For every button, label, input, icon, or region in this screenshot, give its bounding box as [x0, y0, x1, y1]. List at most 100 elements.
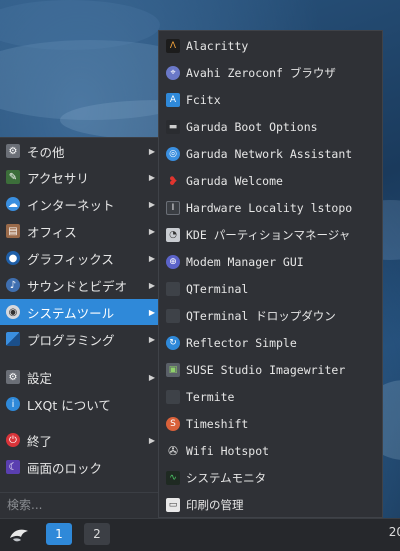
clock[interactable]: 20 [389, 525, 400, 539]
submenu-item-qterminal[interactable]: QTerminal [159, 275, 382, 302]
search-input[interactable]: 検索... [0, 492, 160, 516]
internet-icon: ☁ [6, 197, 20, 211]
submenu-item-system-monitor[interactable]: ∿ システムモニタ [159, 464, 382, 491]
submenu-item-label: Avahi Zeroconf ブラウザ [186, 65, 336, 80]
submenu-item-modem-manager[interactable]: ⊕ Modem Manager GUI [159, 248, 382, 275]
menu-item-office[interactable]: ▤ オフィス ▶ [0, 218, 160, 244]
menu-item-about[interactable]: i LXQt について [0, 391, 160, 417]
avahi-icon: ⌖ [166, 65, 180, 80]
garuda-logo-icon [10, 529, 28, 542]
chevron-right-icon: ▶ [148, 280, 155, 290]
menu-item-internet[interactable]: ☁ インターネット ▶ [0, 191, 160, 217]
submenu-item-garuda-boot[interactable]: ▬ Garuda Boot Options [159, 113, 382, 140]
chevron-right-icon: ▶ [148, 307, 155, 317]
chevron-right-icon: ▶ [148, 226, 155, 236]
submenu-item-label: Alacritty [186, 38, 249, 53]
menu-item-accessories[interactable]: ✎ アクセサリ ▶ [0, 164, 160, 190]
submenu-item-label: Fcitx [186, 92, 221, 107]
submenu-item-qterminal-dropdown[interactable]: QTerminal ドロップダウン [159, 302, 382, 329]
chevron-right-icon: ▶ [148, 253, 155, 263]
other-icon: ⚙ [6, 144, 20, 158]
submenu-item-label: Reflector Simple [186, 335, 297, 350]
termite-icon [166, 389, 180, 404]
menu-item-label: 画面のロック [27, 460, 103, 476]
submenu-item-label: Hardware Locality lstopo [186, 200, 353, 215]
submenu-item-label: システムモニタ [186, 470, 267, 485]
qterminal-icon [166, 281, 180, 296]
submenu-item-label: 印刷の管理 [186, 497, 244, 512]
chevron-right-icon: ▶ [148, 435, 155, 445]
gear-icon: ⚙ [6, 370, 20, 384]
submenu-item-label: Modem Manager GUI [186, 254, 304, 269]
chevron-right-icon: ▶ [148, 172, 155, 182]
graphics-icon: ● [6, 251, 20, 265]
chevron-right-icon: ▶ [148, 199, 155, 209]
submenu-item-alacritty[interactable]: Λ Alacritty [159, 32, 382, 59]
reflector-icon: ↻ [166, 335, 180, 350]
qterminal-dropdown-icon [166, 308, 180, 323]
submenu-item-print-manager[interactable]: ▭ 印刷の管理 [159, 491, 382, 518]
submenu-item-partition-manager[interactable]: ◔ KDE パーティションマネージャ [159, 221, 382, 248]
menu-item-multimedia[interactable]: ♪ サウンドとビデオ ▶ [0, 272, 160, 298]
submenu-item-label: Termite [186, 389, 235, 404]
submenu-item-fcitx[interactable]: A Fcitx [159, 86, 382, 113]
menu-item-label: サウンドとビデオ [27, 278, 128, 294]
network-assistant-icon: ◎ [166, 146, 180, 161]
menu-item-programming[interactable]: プログラミング ▶ [0, 326, 160, 352]
system-tools-submenu: Λ Alacritty ⌖ Avahi Zeroconf ブラウザ A Fcit… [158, 30, 383, 518]
lock-screen-icon: ☾ [6, 460, 20, 474]
submenu-item-label: KDE パーティションマネージャ [186, 227, 351, 242]
submenu-item-imagewriter[interactable]: ▣ SUSE Studio Imagewriter [159, 356, 382, 383]
start-menu-button[interactable] [6, 523, 32, 547]
menu-item-lock-screen[interactable]: ☾ 画面のロック [0, 454, 160, 480]
submenu-item-network-assistant[interactable]: ◎ Garuda Network Assistant [159, 140, 382, 167]
fcitx-icon: A [166, 92, 180, 107]
modem-manager-icon: ⊕ [166, 254, 180, 269]
chevron-right-icon: ▶ [148, 146, 155, 156]
multimedia-icon: ♪ [6, 278, 20, 292]
desktop-switch-2[interactable]: 2 [84, 523, 110, 545]
desktop-switch-1[interactable]: 1 [46, 523, 72, 545]
submenu-item-lstopo[interactable]: I Hardware Locality lstopo [159, 194, 382, 221]
programming-icon [6, 332, 20, 346]
submenu-item-timeshift[interactable]: S Timeshift [159, 410, 382, 437]
menu-item-quit[interactable]: ⏻ 終了 ▶ [0, 427, 160, 453]
menu-item-label: LXQt について [27, 397, 111, 413]
menu-item-label: 設定 [27, 370, 53, 386]
menu-item-label: その他 [27, 144, 65, 160]
menu-item-settings[interactable]: ⚙ 設定 ▶ [0, 364, 160, 390]
clock-text: 20 [388, 525, 400, 539]
submenu-item-label: SUSE Studio Imagewriter [186, 362, 346, 377]
garuda-boot-icon: ▬ [166, 119, 180, 134]
print-manager-icon: ▭ [166, 497, 180, 512]
submenu-item-wifi-hotspot[interactable]: ✇ Wifi Hotspot [159, 437, 382, 464]
menu-item-other[interactable]: ⚙ その他 ▶ [0, 138, 160, 164]
submenu-item-label: Garuda Network Assistant [186, 146, 353, 161]
submenu-item-reflector[interactable]: ↻ Reflector Simple [159, 329, 382, 356]
info-icon: i [6, 397, 20, 411]
timeshift-icon: S [166, 416, 180, 431]
alacritty-icon: Λ [166, 38, 180, 53]
submenu-item-label: Wifi Hotspot [186, 443, 270, 458]
power-icon: ⏻ [6, 433, 20, 447]
accessories-icon: ✎ [6, 170, 20, 184]
submenu-item-label: Timeshift [186, 416, 249, 431]
submenu-item-avahi[interactable]: ⌖ Avahi Zeroconf ブラウザ [159, 59, 382, 86]
lstopo-icon: I [166, 200, 180, 215]
menu-item-label: システムツール [27, 305, 115, 321]
desktop-number: 2 [93, 527, 101, 541]
menu-item-graphics[interactable]: ● グラフィックス ▶ [0, 245, 160, 271]
desktop-number: 1 [55, 527, 63, 541]
menu-item-label: インターネット [27, 197, 115, 213]
menu-item-label: 終了 [27, 433, 53, 449]
submenu-item-termite[interactable]: Termite [159, 383, 382, 410]
wifi-hotspot-icon: ✇ [167, 443, 179, 458]
application-menu: ⚙ その他 ▶ ✎ アクセサリ ▶ ☁ インターネット ▶ ▤ オフィス ▶ ●… [0, 137, 160, 518]
submenu-item-label: Garuda Welcome [186, 173, 283, 188]
imagewriter-icon: ▣ [166, 362, 180, 377]
menu-item-label: アクセサリ [27, 170, 89, 186]
menu-item-system-tools[interactable]: ◉ システムツール ▶ [0, 299, 160, 325]
search-placeholder: 検索... [7, 498, 43, 512]
submenu-item-garuda-welcome[interactable]: ❥ Garuda Welcome [159, 167, 382, 194]
chevron-right-icon: ▶ [148, 372, 155, 382]
